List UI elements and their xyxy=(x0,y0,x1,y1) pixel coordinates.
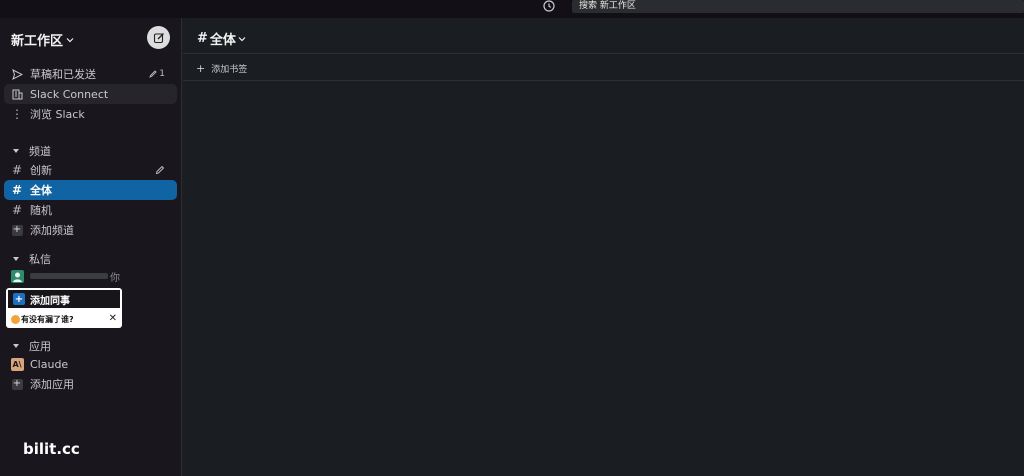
sidebar-item-drafts[interactable]: 草稿和已发送 1 xyxy=(4,64,177,84)
sidebar-item-label: 创新 xyxy=(30,164,52,177)
sidebar-item-label: Slack Connect xyxy=(30,87,109,101)
channel-title-button[interactable]: # 全体 xyxy=(197,29,246,48)
draft-count: 1 xyxy=(149,69,165,79)
hash-icon: # xyxy=(11,163,23,177)
workspace-name: 新工作区 xyxy=(11,34,64,49)
add-app-button[interactable]: + 添加应用 xyxy=(4,374,177,394)
sidebar-item-label: 全体 xyxy=(30,184,52,197)
hash-icon: # xyxy=(11,203,23,217)
chevron-down-icon xyxy=(238,36,246,41)
plus-icon: + xyxy=(11,224,23,236)
add-colleague-label: 添加同事 xyxy=(30,295,70,307)
plus-icon: + xyxy=(13,293,25,305)
top-bar: 搜索 新工作区 xyxy=(0,0,1024,18)
sidebar-item-slack-connect[interactable]: Slack Connect xyxy=(4,84,177,104)
thinking-emoji-icon xyxy=(11,315,20,324)
sidebar-item-dm-self[interactable]: 你 xyxy=(4,266,177,286)
dm-name-redacted xyxy=(30,273,108,279)
compose-button[interactable] xyxy=(147,26,170,49)
watermark: bilit.cc xyxy=(23,440,80,458)
search-input[interactable]: 搜索 新工作区 xyxy=(572,0,1024,13)
section-apps[interactable]: 应用 xyxy=(13,338,51,354)
chevron-down-icon xyxy=(66,37,74,42)
edit-icon xyxy=(155,165,165,175)
hash-icon: # xyxy=(11,183,23,197)
sidebar-item-label: 草稿和已发送 xyxy=(30,68,96,81)
channel-title: 全体 xyxy=(209,33,236,48)
section-channels[interactable]: 频道 xyxy=(13,143,51,159)
sidebar-item-label: Claude xyxy=(30,357,69,371)
popup-prompt: 有没有漏了谁? ✕ xyxy=(6,312,122,327)
plus-icon: + xyxy=(196,62,206,75)
sidebar-item-channel-active[interactable]: # 全体 xyxy=(4,180,177,200)
close-icon[interactable]: ✕ xyxy=(109,313,117,324)
sidebar-item-channel[interactable]: # 创新 xyxy=(4,160,177,180)
building-icon xyxy=(10,89,24,100)
caret-down-icon xyxy=(13,149,19,153)
more-vertical-icon: ⋮ xyxy=(11,107,23,121)
section-direct-messages[interactable]: 私信 xyxy=(13,251,51,267)
add-bookmark-label: 添加书签 xyxy=(211,65,248,75)
avatar xyxy=(10,269,24,283)
sidebar-item-label: 添加应用 xyxy=(30,378,74,391)
add-colleague-button[interactable]: + 添加同事 xyxy=(7,289,121,309)
sidebar-item-app-claude[interactable]: A\ Claude xyxy=(4,354,177,374)
send-icon xyxy=(10,68,24,80)
sidebar-item-channel[interactable]: # 随机 xyxy=(4,200,177,220)
plus-icon: + xyxy=(11,378,23,390)
add-bookmark-button[interactable]: + 添加书签 xyxy=(196,62,247,75)
caret-down-icon xyxy=(13,257,19,261)
claude-app-icon: A\ xyxy=(10,357,24,371)
add-channel-button[interactable]: + 添加频道 xyxy=(4,220,177,240)
section-label: 应用 xyxy=(29,340,51,353)
section-label: 私信 xyxy=(29,253,51,266)
hash-icon: # xyxy=(197,31,208,46)
popup-prompt-text: 有没有漏了谁? xyxy=(21,315,74,324)
add-colleague-popup: + 添加同事 有没有漏了谁? ✕ xyxy=(6,288,122,328)
workspace-switcher[interactable]: 新工作区 xyxy=(11,30,74,49)
dm-self-suffix: 你 xyxy=(110,272,120,284)
section-label: 频道 xyxy=(29,145,51,158)
channel-header: # 全体 xyxy=(183,18,1024,54)
compose-icon xyxy=(153,32,164,43)
caret-down-icon xyxy=(13,344,19,348)
sidebar-item-browse[interactable]: ⋮ 浏览 Slack xyxy=(4,104,177,124)
sidebar-item-label: 添加频道 xyxy=(30,224,74,237)
bookmark-bar: + 添加书签 xyxy=(183,55,1024,81)
history-icon[interactable] xyxy=(541,0,557,16)
pencil-icon xyxy=(149,70,157,78)
sidebar-item-label: 随机 xyxy=(30,204,52,217)
sidebar-item-label: 浏览 Slack xyxy=(30,108,85,121)
sidebar: 新工作区 草稿和已发送 1 Slack Connect ⋮ 浏览 Slack 频… xyxy=(0,18,182,476)
